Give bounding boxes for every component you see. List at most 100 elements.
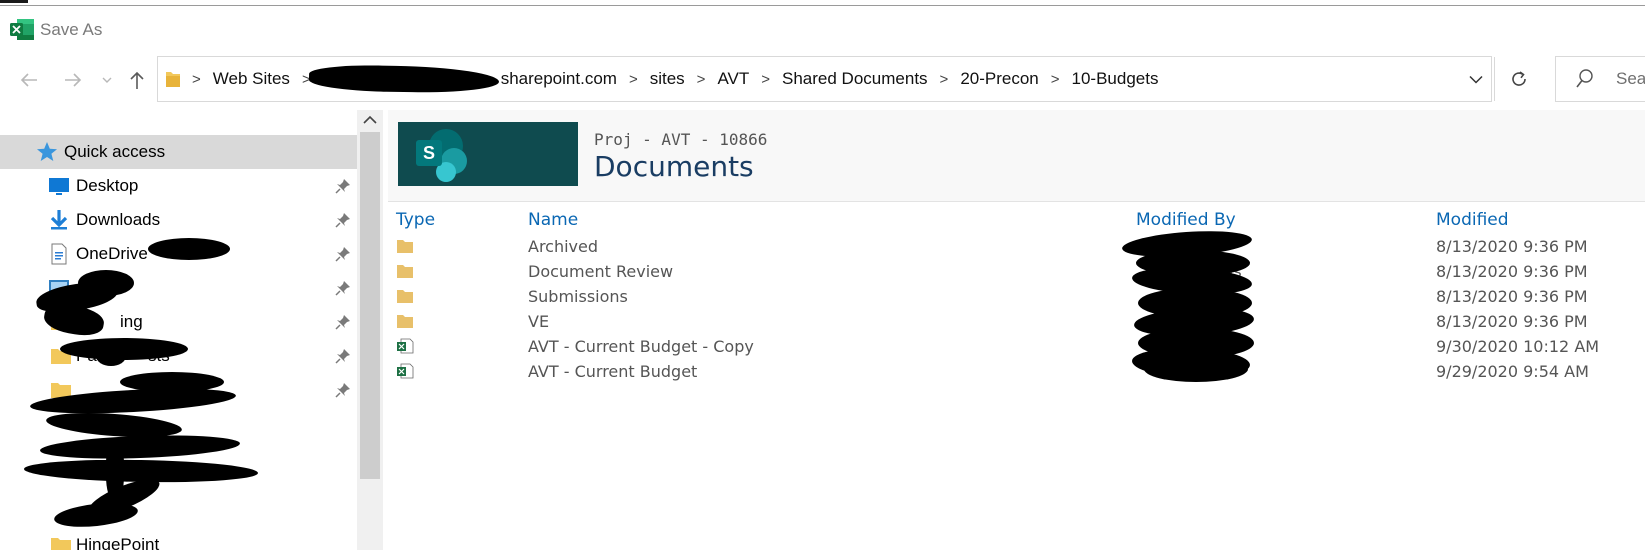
excel-app-icon	[10, 19, 34, 40]
row-modified: 8/13/2020 9:36 PM	[1436, 262, 1588, 281]
breadcrumb-20-precon[interactable]: 20-Precon	[960, 69, 1038, 89]
breadcrumb-separator: >	[1050, 70, 1060, 88]
column-header-modified-by[interactable]: Modified By	[1136, 210, 1236, 230]
star-icon	[37, 142, 57, 161]
breadcrumb: > Web Sites > sharepoint.com > sites > A…	[164, 57, 1158, 101]
arrow-left-icon	[20, 73, 37, 87]
sidebar-item-label: Quick access	[64, 142, 166, 161]
window-title: Save As	[40, 20, 103, 39]
pin-icon	[335, 281, 350, 296]
breadcrumb-separator: >	[628, 70, 638, 88]
download-icon	[50, 210, 68, 230]
chevron-down-icon	[102, 77, 112, 83]
pin-icon	[335, 349, 350, 364]
table-row[interactable]: Submissions 8/13/2020 9:36 PM	[388, 284, 1645, 309]
row-name: Document Review	[528, 262, 674, 281]
table-row[interactable]: Archived 8/13/2020 9:36 PM	[388, 234, 1645, 259]
redaction-scribble	[39, 432, 241, 462]
folder-icon	[397, 290, 413, 303]
navigation-pane-scrollbar[interactable]	[357, 110, 383, 550]
recent-locations-button[interactable]	[92, 66, 122, 94]
sidebar-item-label: OneDrive	[76, 244, 148, 263]
excel-file-icon	[397, 338, 414, 354]
redaction-scribble	[96, 346, 126, 366]
sharepoint-logo-icon: S	[416, 129, 467, 182]
refresh-icon	[1511, 71, 1526, 86]
folder-icon	[166, 72, 180, 87]
table-row[interactable]: AVT - Current Budget 9/29/2020 9:54 AM	[388, 359, 1645, 384]
redaction-scribble	[1144, 356, 1248, 382]
folder-icon	[397, 265, 413, 278]
sidebar-item-label: Desktop	[76, 176, 139, 195]
row-modified: 8/13/2020 9:36 PM	[1436, 237, 1588, 256]
folder-icon	[397, 315, 413, 328]
window-top-edge-mark	[0, 0, 28, 3]
pin-icon	[335, 383, 350, 398]
folder-icon	[397, 240, 413, 253]
navigation-pane: Quick access Desktop Downloads OneDrive …	[0, 110, 357, 550]
arrow-right-icon	[65, 73, 82, 87]
breadcrumb-avt[interactable]: AVT	[717, 69, 749, 89]
column-header-modified[interactable]: Modified	[1436, 210, 1509, 230]
breadcrumb-separator: >	[696, 70, 706, 88]
scrollbar-thumb[interactable]	[360, 132, 380, 479]
onedrive-doc-icon	[51, 243, 67, 265]
svg-text:S: S	[423, 143, 435, 163]
up-button[interactable]	[122, 66, 152, 94]
library-title[interactable]: Documents	[594, 150, 754, 183]
scroll-up-icon[interactable]	[363, 115, 377, 125]
sidebar-item-hingepoint[interactable]: HingePoint	[0, 528, 357, 550]
column-header-type[interactable]: Type	[396, 210, 435, 230]
site-name: Proj - AVT - 10866	[594, 130, 768, 149]
sidebar-item-label: ing	[120, 312, 143, 331]
sidebar-item-downloads[interactable]: Downloads	[0, 203, 357, 237]
pin-icon	[335, 179, 350, 194]
sharepoint-library-header: S Proj - AVT - 10866 Documents	[388, 110, 1645, 202]
breadcrumb-separator: >	[939, 70, 949, 88]
breadcrumb-web-sites[interactable]: Web Sites	[213, 69, 290, 89]
row-name: AVT - Current Budget	[528, 362, 698, 381]
row-modified: 9/30/2020 10:12 AM	[1436, 337, 1600, 356]
breadcrumb-separator: >	[192, 70, 201, 88]
arrow-up-icon	[130, 71, 144, 89]
search-box[interactable]: Sea	[1555, 56, 1645, 102]
row-name: Submissions	[528, 287, 628, 306]
sidebar-item-desktop[interactable]: Desktop	[0, 169, 357, 203]
row-modified: 9/29/2020 9:54 AM	[1436, 362, 1589, 381]
redacted-text	[308, 64, 499, 94]
sharepoint-site-logo: S	[398, 122, 578, 186]
pin-icon	[335, 213, 350, 228]
table-row[interactable]: VE 8/13/2020 9:36 PM	[388, 309, 1645, 334]
address-history-dropdown[interactable]	[1458, 57, 1494, 101]
redaction-scribble	[53, 499, 139, 531]
breadcrumb-sharepoint[interactable]: sharepoint.com	[501, 69, 617, 89]
row-modified: 8/13/2020 9:36 PM	[1436, 287, 1588, 306]
back-button[interactable]	[14, 66, 44, 94]
table-row[interactable]: Document Review homas 8/13/2020 9:36 PM	[388, 259, 1645, 284]
row-modified: 8/13/2020 9:36 PM	[1436, 312, 1588, 331]
breadcrumb-10-budgets[interactable]: 10-Budgets	[1072, 69, 1159, 89]
title-bar: Save As	[0, 10, 1645, 50]
excel-file-icon	[397, 363, 414, 379]
breadcrumb-shared-documents[interactable]: Shared Documents	[782, 69, 928, 89]
chevron-down-icon	[1469, 75, 1483, 84]
column-header-name[interactable]: Name	[528, 210, 578, 230]
pin-icon	[335, 247, 350, 262]
sidebar-item-label: HingePoint	[76, 535, 160, 550]
breadcrumb-sites[interactable]: sites	[650, 69, 685, 89]
window-top-edge	[0, 0, 1645, 6]
row-name: Archived	[528, 237, 599, 256]
forward-button[interactable]	[58, 66, 88, 94]
redaction-scribble	[148, 238, 230, 260]
breadcrumb-separator: >	[761, 70, 771, 88]
sidebar-item-label: Downloads	[76, 210, 161, 229]
folder-icon	[51, 538, 71, 550]
table-row[interactable]: AVT - Current Budget - Copy 9/30/2020 10…	[388, 334, 1645, 359]
search-input[interactable]: Sea	[1616, 69, 1645, 89]
refresh-button[interactable]	[1494, 57, 1542, 101]
sidebar-item-quick-access[interactable]: Quick access	[0, 135, 357, 169]
search-icon	[1576, 69, 1593, 88]
row-name: VE	[528, 312, 550, 331]
address-bar[interactable]: > Web Sites > sharepoint.com > sites > A…	[157, 56, 1526, 102]
pin-icon	[335, 315, 350, 330]
